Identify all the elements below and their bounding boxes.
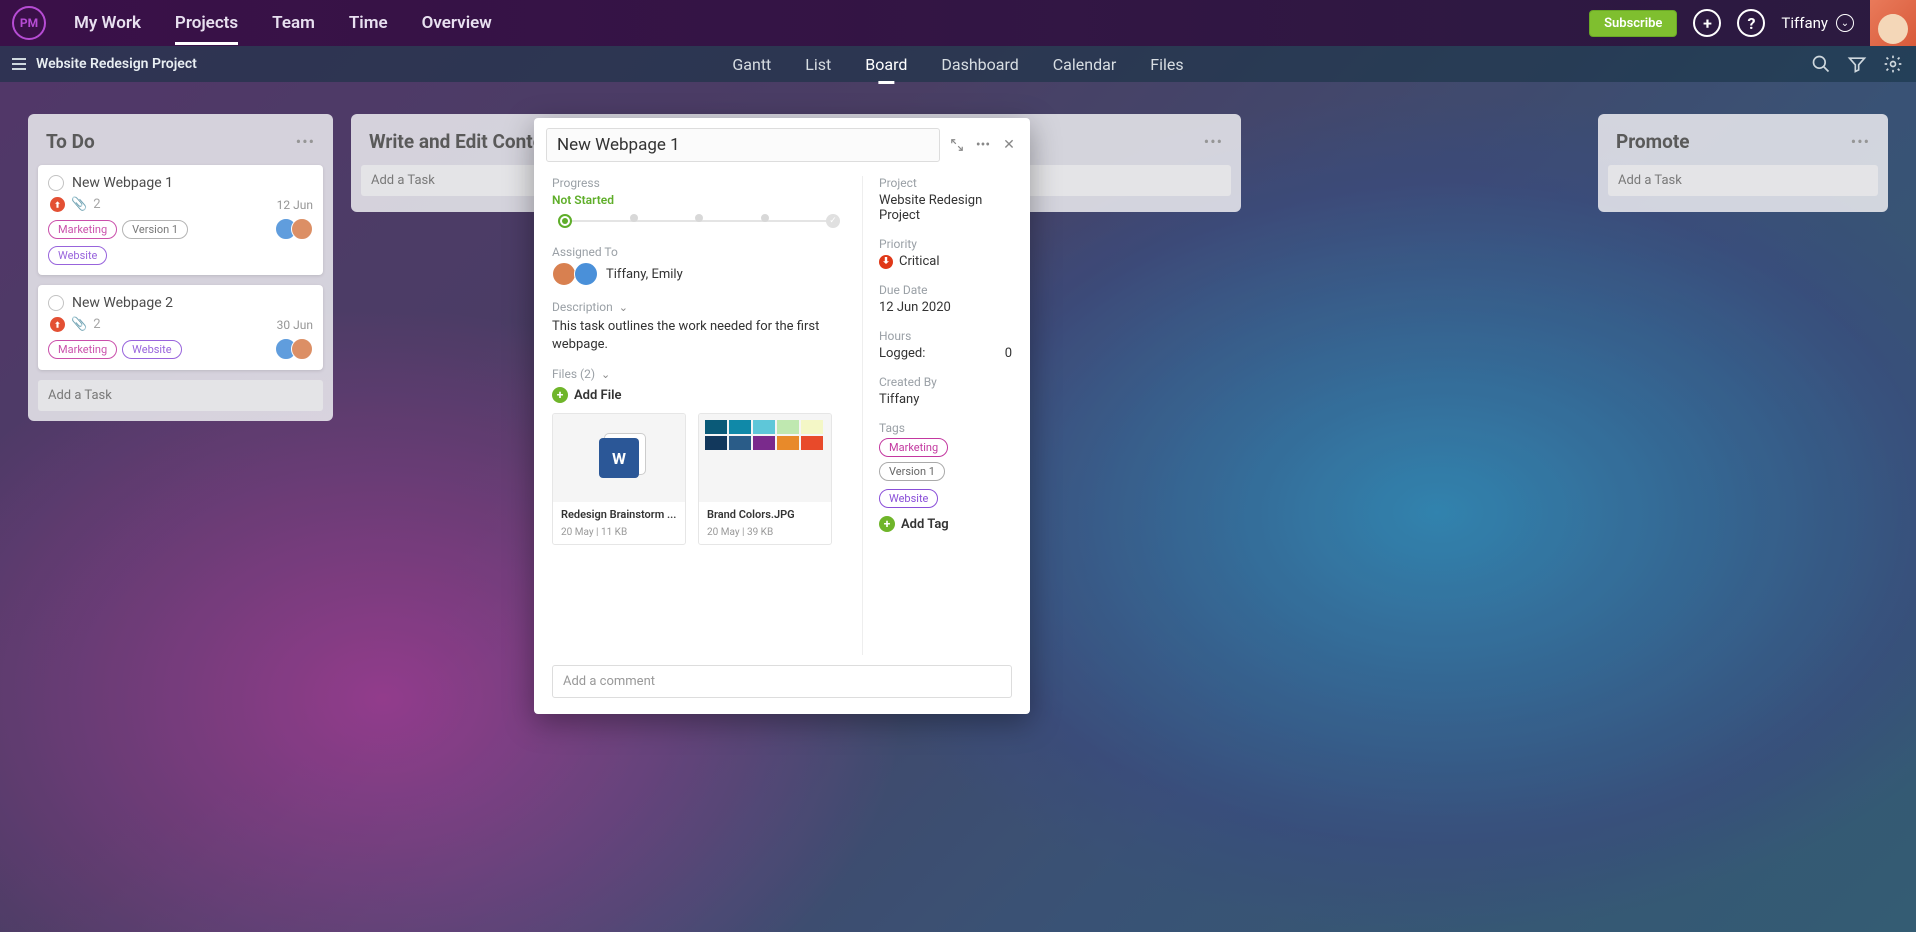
plus-icon: + — [552, 387, 568, 403]
progress-status: Not Started — [552, 193, 846, 207]
hamburger-icon[interactable] — [12, 58, 26, 70]
nav-time[interactable]: Time — [349, 3, 388, 43]
tags-label: Tags — [879, 421, 1012, 435]
due-value: 12 Jun 2020 — [879, 300, 1012, 315]
project-name: Website Redesign Project — [36, 56, 197, 72]
gear-icon[interactable] — [1882, 53, 1904, 75]
file-name: Brand Colors.JPG — [707, 508, 823, 521]
file-thumbnail — [699, 414, 831, 502]
project-subbar: Website Redesign Project Gantt List Boar… — [0, 46, 1916, 82]
comment-input[interactable]: Add a comment — [552, 665, 1012, 698]
tag[interactable]: Version 1 — [879, 462, 945, 481]
expand-icon[interactable] — [948, 136, 966, 154]
view-dashboard[interactable]: Dashboard — [941, 49, 1018, 80]
app-logo[interactable]: PM — [12, 6, 46, 40]
progress-slider[interactable]: ✓ — [552, 211, 846, 231]
tag[interactable]: Website — [879, 489, 938, 508]
nav-projects[interactable]: Projects — [175, 3, 238, 43]
add-tag-label: Add Tag — [901, 517, 949, 532]
avatar — [574, 262, 598, 286]
avatar — [552, 262, 576, 286]
progress-start-icon — [558, 214, 572, 228]
help-icon[interactable]: ? — [1737, 9, 1765, 37]
description-text: This task outlines the work needed for t… — [552, 318, 846, 353]
assignee-names: Tiffany, Emily — [606, 267, 683, 282]
due-label: Due Date — [879, 283, 1012, 297]
top-navbar: PM My Work Projects Team Time Overview S… — [0, 0, 1916, 46]
task-detail-panel: ••• ✕ Progress Not Started ✓ Assigned To… — [534, 118, 1030, 714]
add-tag-button[interactable]: + Add Tag — [879, 516, 1012, 532]
user-name: Tiffany — [1781, 14, 1828, 32]
word-doc-icon: W — [599, 438, 639, 478]
priority-value: Critical — [899, 254, 939, 269]
close-icon[interactable]: ✕ — [1000, 136, 1018, 154]
hours-label: Hours — [879, 329, 1012, 343]
tag[interactable]: Marketing — [879, 438, 948, 457]
project-value: Website Redesign Project — [879, 193, 1012, 223]
hours-logged-label: Logged: — [879, 346, 925, 361]
chevron-down-icon: ⌄ — [1836, 14, 1854, 32]
view-gantt[interactable]: Gantt — [732, 49, 771, 80]
main-nav: My Work Projects Team Time Overview — [74, 3, 492, 43]
plus-icon: + — [879, 516, 895, 532]
progress-label: Progress — [552, 176, 846, 190]
filter-icon[interactable] — [1846, 53, 1868, 75]
more-icon[interactable]: ••• — [974, 136, 992, 154]
priority-critical-icon — [879, 255, 893, 269]
file-card[interactable]: W Redesign Brainstorm ... 20 May | 11 KB — [552, 413, 686, 545]
chevron-down-icon[interactable]: ⌄ — [601, 368, 610, 381]
view-switcher: Gantt List Board Dashboard Calendar File… — [732, 49, 1183, 80]
description-label: Description — [552, 300, 613, 314]
progress-end-icon: ✓ — [826, 214, 840, 228]
subscribe-button[interactable]: Subscribe — [1589, 10, 1677, 37]
view-calendar[interactable]: Calendar — [1053, 49, 1116, 80]
file-card[interactable]: Brand Colors.JPG 20 May | 39 KB — [698, 413, 832, 545]
view-list[interactable]: List — [805, 49, 831, 80]
assignee-row[interactable]: Tiffany, Emily — [552, 262, 846, 286]
project-label: Project — [879, 176, 1012, 190]
task-title-input[interactable] — [546, 128, 940, 162]
created-value: Tiffany — [879, 392, 1012, 407]
files-label: Files (2) — [552, 367, 595, 381]
chevron-down-icon[interactable]: ⌄ — [619, 301, 628, 314]
add-file-button[interactable]: + Add File — [552, 387, 846, 403]
nav-my-work[interactable]: My Work — [74, 3, 141, 43]
view-files[interactable]: Files — [1150, 49, 1183, 80]
file-meta: 20 May | 39 KB — [707, 527, 823, 538]
file-meta: 20 May | 11 KB — [561, 527, 677, 538]
add-file-label: Add File — [574, 388, 621, 403]
search-icon[interactable] — [1810, 53, 1832, 75]
user-menu[interactable]: Tiffany ⌄ — [1781, 14, 1854, 32]
file-thumbnail: W — [553, 414, 685, 502]
assigned-label: Assigned To — [552, 245, 846, 259]
nav-team[interactable]: Team — [272, 3, 315, 43]
nav-overview[interactable]: Overview — [422, 3, 492, 43]
add-icon[interactable]: + — [1693, 9, 1721, 37]
created-label: Created By — [879, 375, 1012, 389]
view-board[interactable]: Board — [865, 49, 907, 80]
hours-logged-value: 0 — [1005, 346, 1012, 361]
file-name: Redesign Brainstorm ... — [561, 508, 677, 521]
priority-label: Priority — [879, 237, 1012, 251]
user-avatar[interactable] — [1870, 0, 1916, 46]
